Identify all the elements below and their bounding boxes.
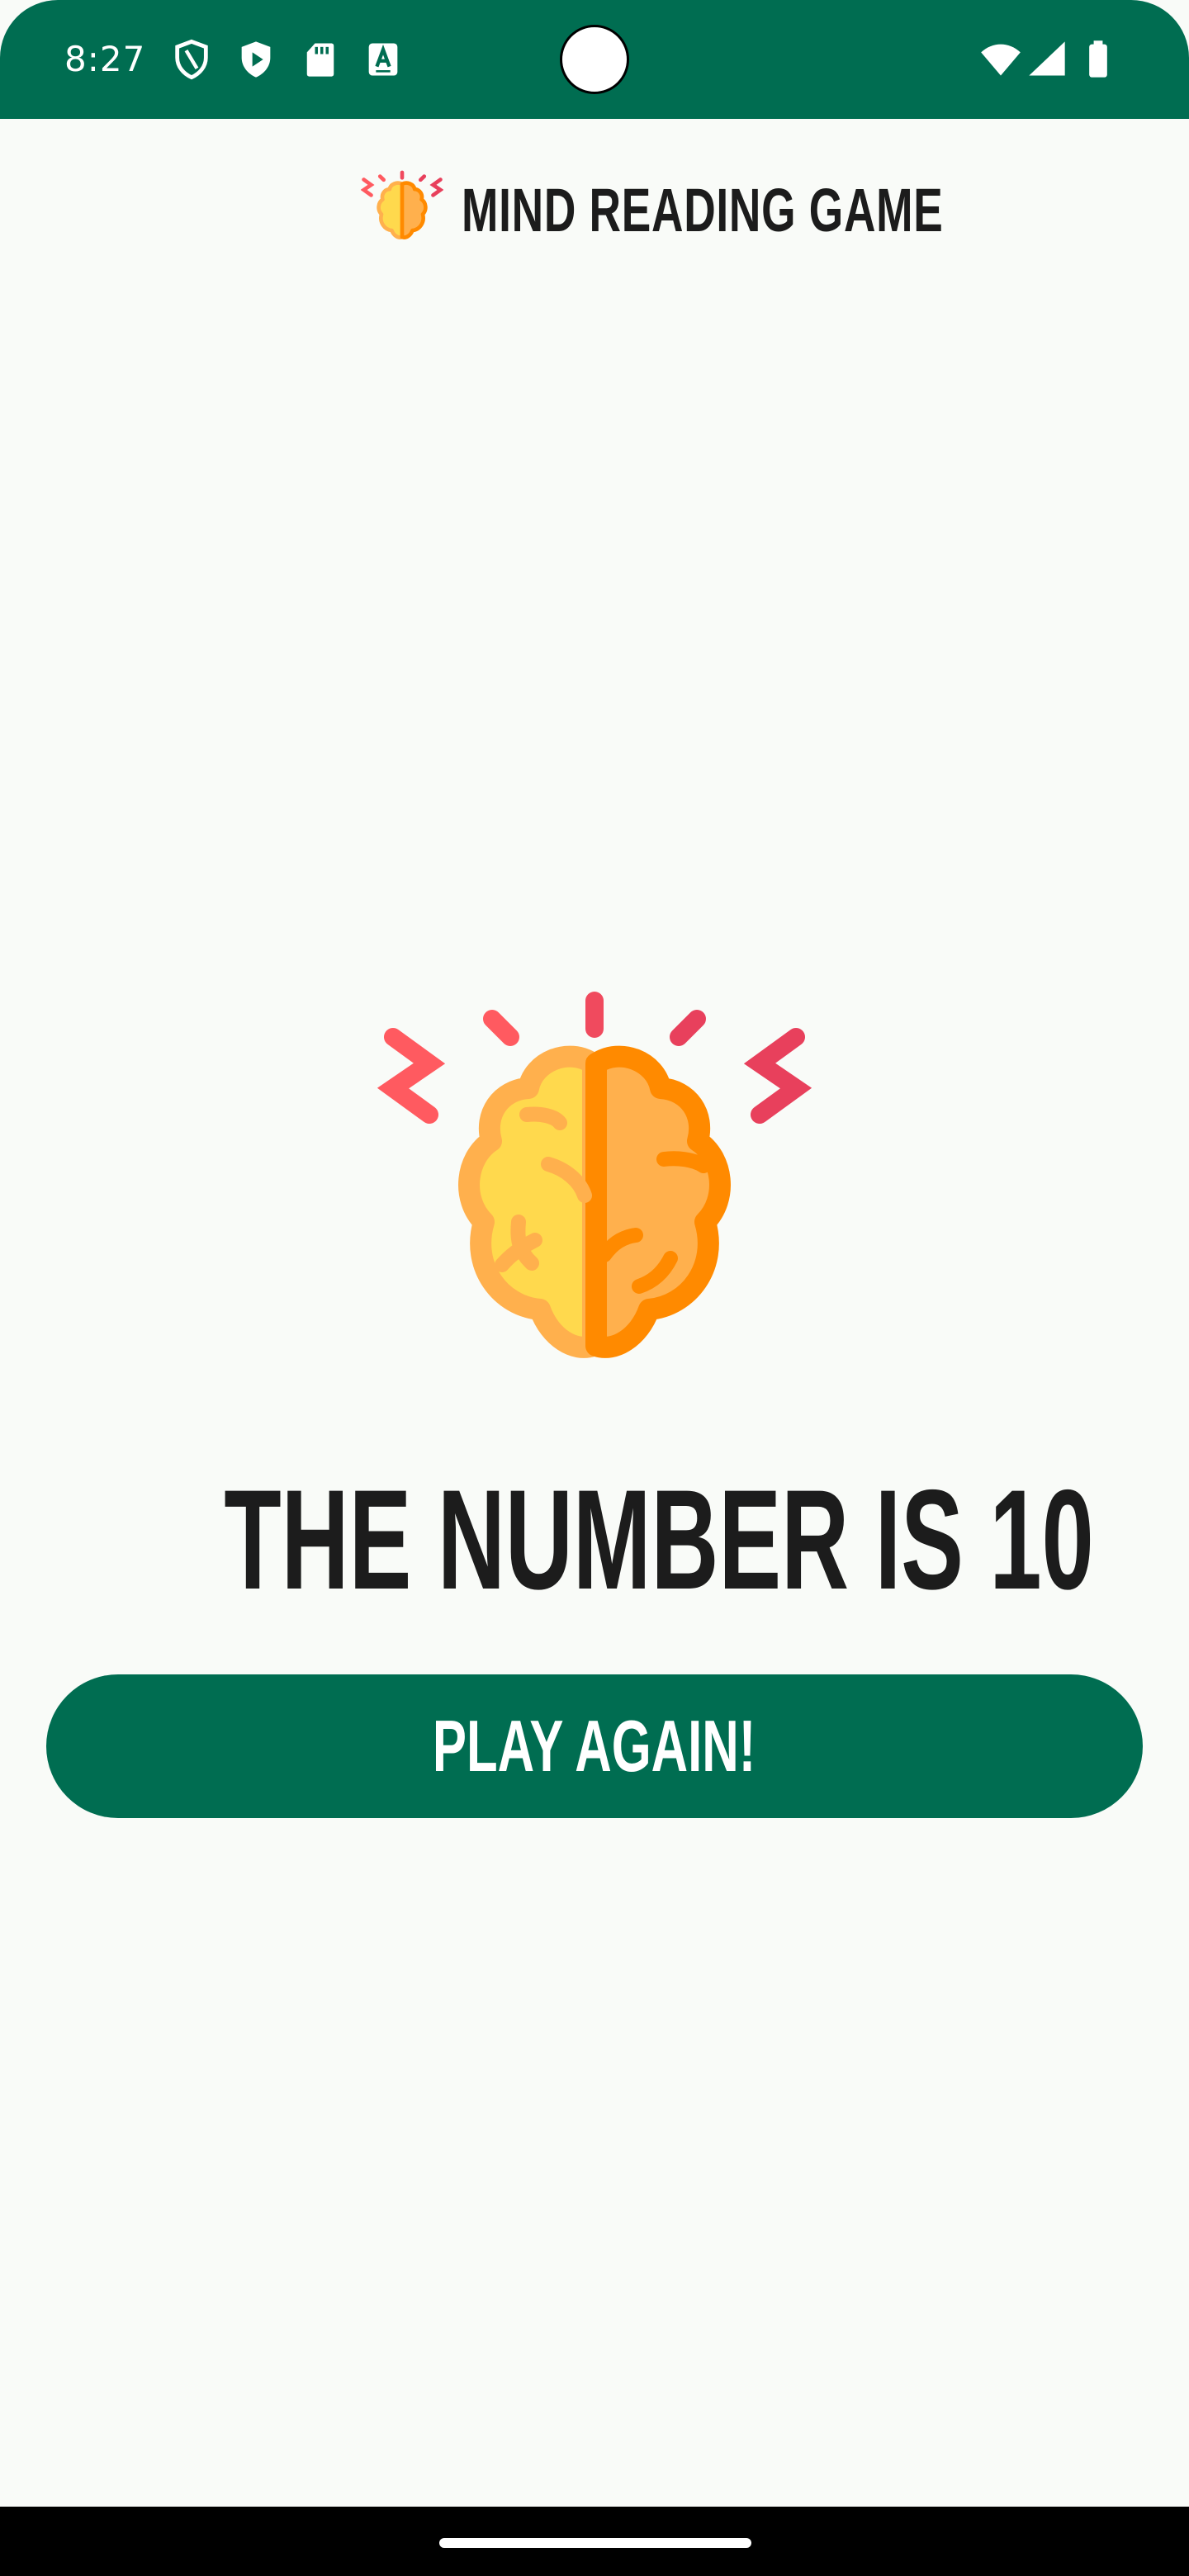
text-a-icon xyxy=(362,38,405,81)
wifi-icon xyxy=(979,38,1022,81)
sd-card-icon xyxy=(299,38,342,81)
brain-icon xyxy=(377,992,812,1358)
navigation-bar xyxy=(0,2507,1189,2576)
result-label: THE NUMBER IS 10 xyxy=(224,1461,1094,1619)
cell-signal-icon xyxy=(1026,38,1068,81)
status-time: 8:27 xyxy=(64,39,146,79)
brain-icon xyxy=(360,169,443,252)
play-again-label: PLAY AGAIN! xyxy=(433,1705,756,1787)
status-bar: 8:27 xyxy=(0,0,1189,119)
play-again-button[interactable]: PLAY AGAIN! xyxy=(46,1674,1143,1818)
shield-outline-icon xyxy=(170,38,213,81)
app-header: MIND READING GAME xyxy=(0,165,1189,256)
battery-icon xyxy=(1077,38,1120,81)
app-screen: 8:27 MIND READING GAME THE NUMBER IS 10 … xyxy=(0,0,1189,2507)
result-text: THE NUMBER IS 10 xyxy=(0,1461,1189,1619)
shield-play-icon xyxy=(234,38,277,81)
brain-illustration xyxy=(363,983,826,1428)
camera-cutout xyxy=(560,25,629,94)
home-handle[interactable] xyxy=(439,2538,751,2548)
app-title: MIND READING GAME xyxy=(461,176,944,244)
